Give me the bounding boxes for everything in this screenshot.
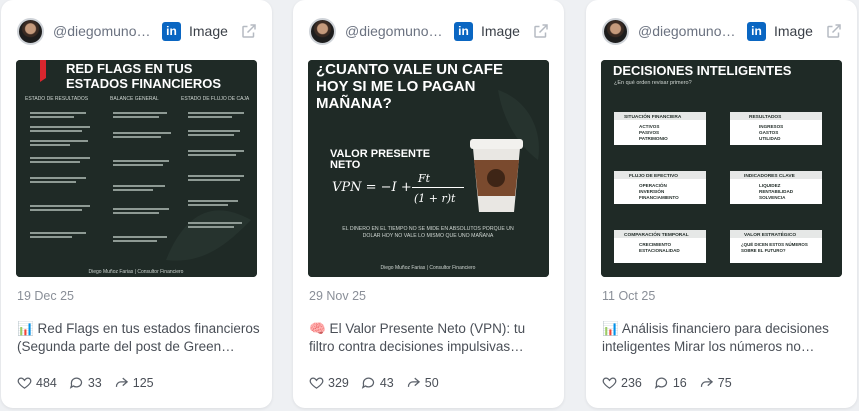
post-stats: 236 16 75: [602, 375, 744, 390]
post-caption[interactable]: 🧠 El Valor Presente Neto (VPN): tu filtr…: [309, 320, 553, 356]
post-type-label: Image: [774, 23, 813, 39]
svg-text:¿QUÉ DICEN ESTOS NÚMEROS: ¿QUÉ DICEN ESTOS NÚMEROS: [741, 242, 808, 247]
shares-count: 50: [424, 375, 439, 390]
comments-stat: 16: [654, 375, 687, 390]
svg-text:ESTADO DE RESULTADOS: ESTADO DE RESULTADOS: [25, 96, 89, 102]
external-link-icon[interactable]: [240, 22, 258, 40]
comment-icon: [361, 377, 374, 389]
linkedin-icon: in: [162, 21, 181, 41]
comments-count: 33: [87, 375, 102, 390]
comments-stat: 43: [361, 375, 394, 390]
svg-text:INDICADORES CLAVE: INDICADORES CLAVE: [744, 173, 796, 179]
post-stats: 484 33 125: [17, 375, 166, 390]
post-caption[interactable]: 📊 Red Flags en tus estados financieros (…: [17, 320, 261, 356]
author-handle: @diegomuno…: [638, 23, 736, 39]
post-grid: @diegomuno… in Image RED FLAGS EN TUS ES…: [0, 0, 859, 411]
svg-text:Diego Muñoz Farias | Consultor: Diego Muñoz Farias | Consultor Financier…: [89, 269, 184, 275]
svg-text:LIQUIDEZ: LIQUIDEZ: [759, 183, 781, 188]
post-type-label: Image: [481, 23, 520, 39]
svg-text:PASIVOS: PASIVOS: [639, 130, 659, 135]
shares-count: 125: [132, 375, 154, 390]
avatar: [309, 17, 336, 45]
post-image[interactable]: DECISIONES INTELIGENTES ¿En qué orden re…: [601, 60, 842, 277]
svg-text:ESTACIONALIDAD: ESTACIONALIDAD: [639, 248, 680, 253]
svg-text:NETO: NETO: [330, 159, 361, 171]
likes-count: 329: [328, 375, 349, 390]
likes-stat: 484: [17, 375, 57, 390]
share-icon: [700, 377, 713, 387]
svg-text:OPERACIÓN: OPERACIÓN: [639, 181, 668, 188]
post-header: @diegomuno… in Image: [602, 17, 843, 45]
thumb-title: MAÑANA?: [316, 94, 392, 112]
post-date: 11 Oct 25: [602, 289, 656, 303]
thumb-title: DECISIONES INTELIGENTES: [613, 63, 792, 78]
comments-count: 43: [379, 375, 394, 390]
external-link-icon[interactable]: [532, 22, 550, 40]
svg-text:PATRIMONIO: PATRIMONIO: [639, 136, 668, 141]
comments-count: 16: [672, 375, 687, 390]
share-icon: [115, 377, 128, 387]
external-link-icon[interactable]: [825, 22, 843, 40]
heart-icon: [602, 377, 617, 389]
post-caption[interactable]: 📊 Análisis financiero para decisiones in…: [602, 320, 846, 356]
svg-text:SOBRE EL FUTURO?: SOBRE EL FUTURO?: [741, 248, 786, 253]
likes-stat: 329: [309, 375, 349, 390]
likes-count: 236: [621, 375, 642, 390]
svg-text:¿En qué orden revisar primero?: ¿En qué orden revisar primero?: [614, 80, 692, 86]
post-date: 29 Nov 25: [309, 289, 366, 303]
svg-text:ACTIVOS: ACTIVOS: [639, 124, 659, 129]
thumb-title: ¿CUANTO VALE UN CAFE: [316, 61, 503, 78]
svg-text:Diego Muñoz Farias | Consultor: Diego Muñoz Farias | Consultor Financier…: [381, 265, 476, 271]
thumb-title: HOY SI ME LO PAGAN: [316, 78, 475, 95]
post-card[interactable]: @diegomuno… in Image ¿CUANTO VALE UN CAF…: [293, 0, 564, 408]
thumb-title: RED FLAGS EN TUS: [66, 61, 193, 76]
comments-stat: 33: [69, 375, 102, 390]
shares-count: 75: [717, 375, 732, 390]
svg-text:UTILIDAD: UTILIDAD: [759, 136, 781, 141]
post-stats: 329 43 50: [309, 375, 451, 390]
svg-text:Ft: Ft: [417, 172, 431, 185]
heart-icon: [309, 377, 324, 389]
likes-stat: 236: [602, 375, 642, 390]
svg-text:CRECIMIENTO: CRECIMIENTO: [639, 242, 672, 247]
author-handle: @diegomuno…: [53, 23, 151, 39]
svg-text:RESULTADOS: RESULTADOS: [749, 114, 782, 120]
share-icon: [407, 377, 420, 387]
author-handle: @diegomuno…: [345, 23, 443, 39]
svg-text:SOLVENCIA: SOLVENCIA: [759, 195, 786, 200]
post-header: @diegomuno… in Image: [17, 17, 258, 45]
post-image[interactable]: ¿CUANTO VALE UN CAFE HOY SI ME LO PAGAN …: [308, 60, 549, 277]
thumb-title: ESTADOS FINANCIEROS: [66, 76, 221, 91]
linkedin-icon: in: [454, 21, 473, 41]
svg-text:BALANCE GENERAL: BALANCE GENERAL: [110, 96, 159, 102]
svg-text:GASTOS: GASTOS: [759, 130, 778, 135]
shares-stat: 125: [114, 375, 154, 390]
heart-icon: [17, 377, 32, 389]
svg-text:FLUJO DE EFECTIVO: FLUJO DE EFECTIVO: [629, 173, 678, 179]
shares-stat: 50: [406, 375, 439, 390]
post-card[interactable]: @diegomuno… in Image RED FLAGS EN TUS ES…: [1, 0, 272, 408]
svg-text:RENTABILIDAD: RENTABILIDAD: [759, 189, 794, 194]
svg-text:VPN = −I +: VPN = −I +: [332, 180, 412, 195]
comment-icon: [654, 377, 667, 389]
shares-stat: 75: [699, 375, 732, 390]
avatar: [17, 17, 44, 45]
svg-text:(1 + r)t: (1 + r)t: [414, 192, 456, 205]
svg-text:INGRESOS: INGRESOS: [759, 124, 783, 129]
svg-text:INVERSIÓN: INVERSIÓN: [639, 187, 665, 194]
avatar: [602, 17, 629, 45]
post-image[interactable]: RED FLAGS EN TUS ESTADOS FINANCIEROS EST…: [16, 60, 257, 277]
post-date: 19 Dec 25: [17, 289, 74, 303]
svg-text:FINANCIAMIENTO: FINANCIAMIENTO: [639, 195, 679, 200]
post-type-label: Image: [189, 23, 228, 39]
svg-text:ESTADO DE FLUJO DE CAJA: ESTADO DE FLUJO DE CAJA: [181, 96, 250, 102]
svg-text:DOLAR HOY NO VALE LO MISMO QUE: DOLAR HOY NO VALE LO MISMO QUE UNO MAÑAN…: [363, 232, 494, 239]
post-header: @diegomuno… in Image: [309, 17, 550, 45]
likes-count: 484: [36, 375, 57, 390]
svg-text:EL DINERO EN EL TIEMPO NO SE M: EL DINERO EN EL TIEMPO NO SE MIDE EN ABS…: [342, 226, 514, 232]
comment-icon: [69, 377, 82, 389]
post-card[interactable]: @diegomuno… in Image DECISIONES INTELIGE…: [586, 0, 857, 408]
linkedin-icon: in: [747, 21, 766, 41]
